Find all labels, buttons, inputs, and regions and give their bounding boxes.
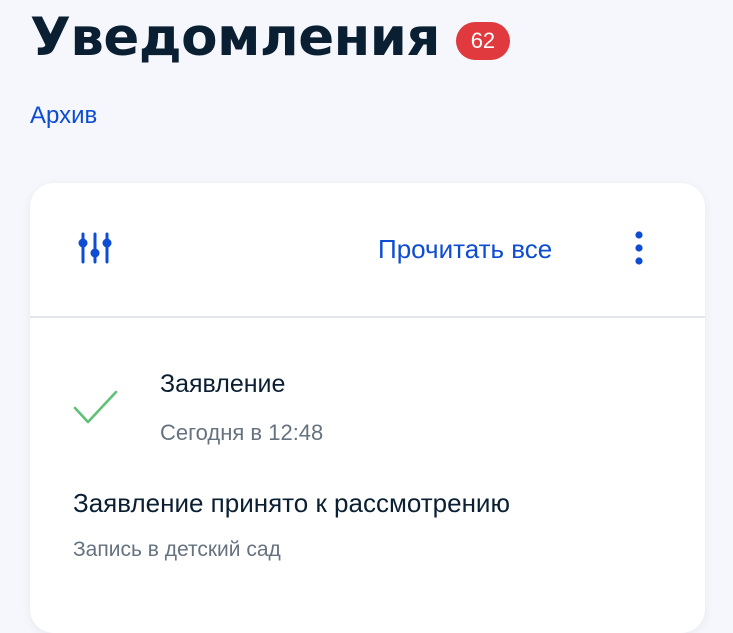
- check-icon: [70, 388, 120, 428]
- notification-message: Заявление принято к рассмотрению: [73, 488, 510, 518]
- notification-title: Заявление: [160, 370, 286, 398]
- kebab-menu-icon[interactable]: [626, 229, 652, 267]
- sliders-icon[interactable]: [78, 231, 112, 265]
- page-title: Уведомления: [30, 7, 440, 68]
- page-header: Уведомления 62: [30, 6, 510, 70]
- archive-link[interactable]: Архив: [30, 102, 97, 130]
- notification-item[interactable]: Заявление Сегодня в 12:48 Заявление прин…: [30, 318, 705, 633]
- notification-time: Сегодня в 12:48: [160, 420, 324, 445]
- unread-count-badge: 62: [455, 22, 510, 60]
- notification-subtitle: Запись в детский сад: [73, 538, 281, 561]
- notifications-card: Прочитать все Заявление Сегодня в 12:48 …: [30, 183, 705, 633]
- notifications-toolbar: Прочитать все: [30, 183, 705, 318]
- read-all-button[interactable]: Прочитать все: [378, 234, 552, 265]
